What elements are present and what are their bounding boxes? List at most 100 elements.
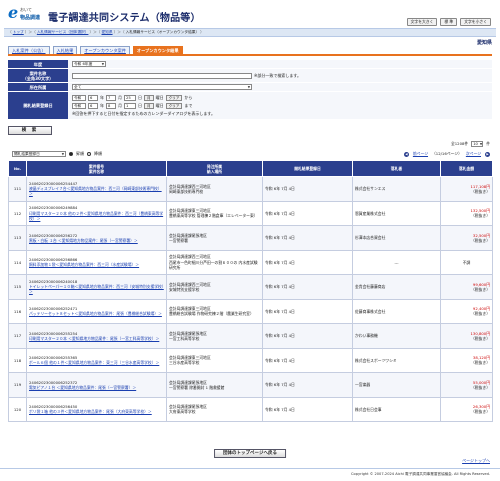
row-case-name-link[interactable]: パッテリーセット８セット＜愛知県地方物品案件：尾張（豊橋総合試験場）＞	[29, 311, 164, 316]
row-winner: 杉澤本店合資会社	[352, 225, 441, 251]
page-top-link[interactable]: ページトップへ	[462, 458, 490, 463]
row-case-name-link[interactable]: ボール６個 他の１件＜愛知県地方物品案件：東三河（三谷水産高等学校）＞	[29, 360, 164, 365]
to-month-select[interactable]: 8	[106, 102, 116, 109]
date-note: ※回答を押下すると日付を指定するためのカレンダーダイアログを表示します。	[72, 110, 215, 116]
to-calendar-button[interactable]: 月	[144, 102, 154, 109]
to-day-select[interactable]: 1	[124, 102, 136, 109]
from-month-select[interactable]: 7	[106, 94, 116, 101]
row-case: 24062023000006256866 飼料添加物１袋＜愛知県地方物品案件：西三…	[26, 249, 167, 275]
row-case-name-link[interactable]: 印刷用マスター２０本 他の２件＜愛知県地方物品案件：西三河（豊橋東高等学校）＞	[29, 211, 164, 221]
row-case: 24062023000006256450 ポリ袋１箱 他の３件＜愛知県地方物品案件…	[26, 396, 167, 422]
row-winner: 金貴会社藤藤商店	[352, 274, 441, 300]
table-row: 116 24062023000006252471 パッテリーセット８セット＜愛知県地…	[8, 298, 493, 324]
breadcrumb-top[interactable]: トップ	[13, 30, 24, 35]
row-case-name-link[interactable]: 電気ピアノ１台 ＜愛知県地方物品案件：尾張（一宮警察署）＞	[29, 385, 164, 390]
text-size-large-button[interactable]: 文字を大きく	[406, 18, 438, 26]
row-case-name-link[interactable]: 印刷用マスター２０本 ＜愛知県地方物品案件：尾張（一宮工科高等学校）＞	[29, 336, 164, 341]
to-month-unit: 月	[118, 102, 122, 108]
col-case-label: 案件番号 案件名称	[88, 163, 105, 174]
row-case: 24062023000006255365 ボール６個 他の１件＜愛知県地方物品案件…	[26, 347, 167, 373]
date-from-row: 令和 6 年 7 月 25 日 月 曜日 クリア から	[72, 94, 192, 101]
tab-open-counter-case[interactable]: オープンカウンタ案件	[80, 46, 130, 54]
row-case-name-link[interactable]: 飼料添加物１袋＜愛知県地方物品案件：西三河（水産試験場）＞	[29, 262, 164, 267]
from-year-select[interactable]: 6	[88, 94, 98, 101]
row-amount-tax: （税抜き）	[471, 384, 490, 390]
prev-arrow-icon: ◀	[403, 151, 409, 157]
breadcrumb: （トップ ）＞（ 入札情報サービス（団体選択） ）＞（ 愛知県 ）＞（ 入札情報サービ…	[4, 28, 496, 37]
year-select-value: 令和 6年度	[74, 62, 93, 66]
to-suffix: まで	[184, 102, 193, 108]
row-case-name-link[interactable]: トイレットペーパー１０箱＜愛知県地方物品案件：西三河（安城特別支援学校）＞	[29, 284, 164, 294]
row-case: 24062023000006240018 トイレットペーパー１０箱＜愛知県地方物品…	[26, 274, 167, 300]
logo-top-text: おいて	[20, 7, 32, 12]
row-amount: 99,600円 （税抜き）	[440, 274, 493, 300]
tab-open-counter-result[interactable]: オープンカウンタ結果	[132, 46, 183, 54]
per-page-select[interactable]: 10 ▼	[471, 141, 484, 147]
row-case-name-link[interactable]: ポリ袋１箱 他の３件＜愛知県地方物品案件：尾張（大府東高等学校）＞	[29, 409, 164, 414]
breadcrumb-prefecture[interactable]: 愛知県	[102, 30, 113, 35]
sort-desc-radio[interactable]	[87, 152, 91, 156]
from-year-unit: 年	[100, 94, 104, 100]
row-dept: 会計局調達課尾張地区 一宮工科高等学校	[166, 323, 263, 349]
col-dept-label: 発注所属 納入場所	[206, 163, 223, 174]
to-year-select[interactable]: 6	[88, 102, 98, 109]
to-era-value: 令和	[74, 103, 82, 108]
to-era-select[interactable]: 令和	[72, 102, 86, 109]
results-table: No. 案件番号 案件名称 発注所属 納入場所 開札結果登録日 落札者 落札金額…	[8, 160, 493, 422]
row-case: 24062023000006256272 黒板・白板 １台 ＜愛知県地方物品案件：…	[26, 225, 167, 251]
row-case: 24062023000006254447 液晶ディスプレイ７台＜愛知県地方物品案件…	[26, 176, 167, 202]
from-era-select[interactable]: 令和	[72, 94, 86, 101]
to-month-value: 8	[108, 103, 111, 108]
row-no: 117	[8, 323, 27, 349]
row-date: 令和 6年 7月 4日	[262, 225, 353, 251]
pager: ◀ 前ページ （12/16ページ） 次ページ ▶	[403, 151, 490, 157]
prev-page-link[interactable]: 前ページ	[413, 151, 428, 157]
from-clear-button[interactable]: クリア	[165, 94, 183, 101]
row-case: 24062023000006255254 印刷用マスター２０本 ＜愛知県地方物品案…	[26, 323, 167, 349]
tab-bid-notice[interactable]: 入札案件（公告）	[8, 46, 50, 54]
search-form: 年度 令和 6年度 ▼ 案件名称 （全角30文字） ※部分一致で検索します。 所在所…	[8, 60, 492, 120]
row-amount: 92,400円 （税抜き）	[440, 298, 493, 324]
col-dept: 発注所属 納入場所	[166, 160, 263, 177]
tab-bid-result[interactable]: 入札結果	[52, 46, 78, 54]
table-header-row: No. 案件番号 案件名称 発注所属 納入場所 開札結果登録日 落札者 落札金額	[8, 160, 493, 177]
row-place: 豊橋東高等学校 管理棟２階倉庫（エレベーター東）	[169, 213, 258, 219]
to-clear-button[interactable]: クリア	[165, 102, 183, 109]
from-day-select[interactable]: 25	[124, 94, 136, 101]
logo-mark: e	[8, 3, 19, 22]
back-to-org-top-button[interactable]: 団体のトップページへ戻る	[214, 449, 286, 458]
year-select[interactable]: 令和 6年度 ▼	[72, 61, 106, 67]
row-winner: ---	[352, 249, 441, 275]
footer-copyright: Copyright © 2007-2024 Aichi 電子調達共同事業運営協議…	[0, 468, 500, 481]
row-amount-value: 不調	[462, 259, 471, 265]
chevron-down-icon: ▼	[101, 62, 104, 66]
row-case-name-link[interactable]: 液晶ディスプレイ７台＜愛知県地方物品案件：西三河（岡崎東部技術専門校）＞	[29, 186, 164, 196]
from-weekday: 曜日	[155, 94, 164, 100]
text-size-normal-button[interactable]: 標 準	[440, 18, 458, 26]
place-select[interactable]: 全て ▼	[72, 84, 252, 90]
row-dept: 会計局調達課尾張地区 一宮警察署 除番開封 1 階救援館	[166, 372, 263, 398]
text-size-small-button[interactable]: 文字を小さく	[460, 18, 491, 26]
next-page-link[interactable]: 次ページ	[466, 151, 481, 157]
from-day-value: 25	[126, 95, 131, 100]
sort-select[interactable]: 開札結果登録日 ▼	[12, 151, 66, 157]
chevron-down-icon: ▼	[247, 85, 250, 89]
col-winner: 落札者	[352, 160, 441, 177]
col-date: 開札結果登録日	[262, 160, 353, 177]
row-no: 112	[8, 200, 27, 226]
row-winner: 株式会社サンエス	[352, 176, 441, 202]
row-no: 118	[8, 347, 27, 373]
row-amount: 38,120円 （税抜き）	[440, 347, 493, 373]
search-button[interactable]: 検 索	[8, 126, 52, 135]
tab-underline	[8, 54, 492, 56]
from-calendar-button[interactable]: 月	[144, 94, 154, 101]
sort-select-value: 開札結果登録日	[14, 152, 40, 156]
to-year-unit: 年	[100, 102, 104, 108]
breadcrumb-org-select[interactable]: 入札情報サービス（団体選択）	[37, 30, 89, 35]
row-no: 116	[8, 298, 27, 324]
sort-asc-radio[interactable]	[69, 152, 73, 156]
row-case-name-link[interactable]: 黒板・白板 １台 ＜愛知県地方物品案件：尾張（一宮警察署）＞	[29, 238, 164, 243]
case-name-input[interactable]	[72, 72, 252, 79]
to-weekday: 曜日	[155, 102, 164, 108]
breadcrumb-current: 入札情報サービス（オープンカウンタ結果）	[125, 30, 200, 34]
